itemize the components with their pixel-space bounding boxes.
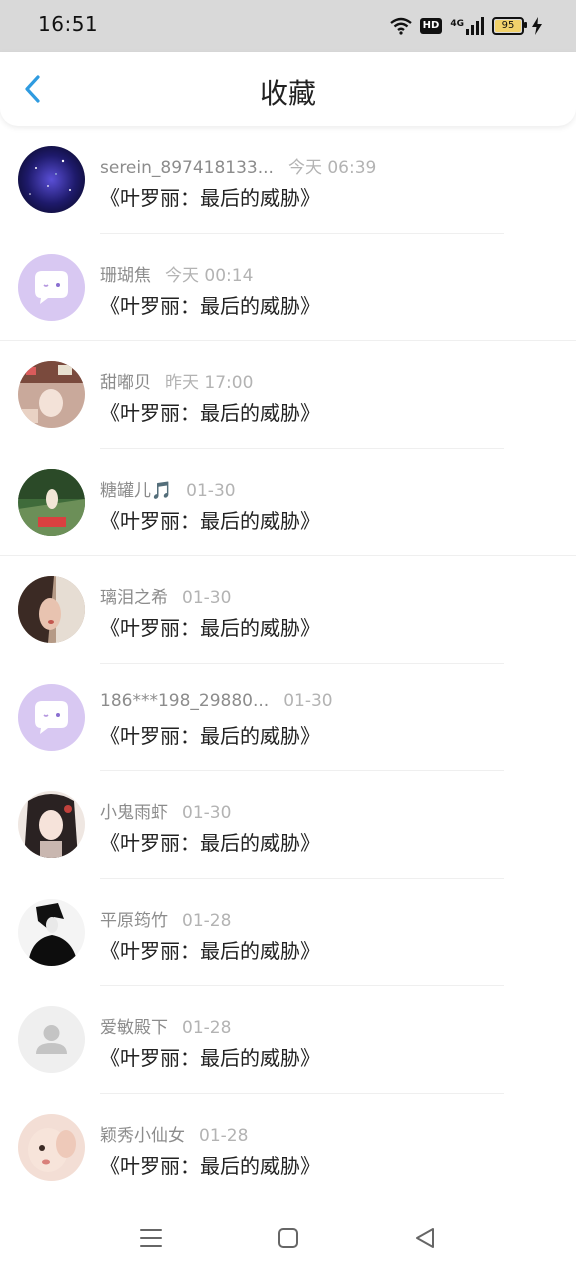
- favorite-title[interactable]: 《叶罗丽：最后的威胁》: [100, 505, 320, 534]
- hd-icon: HD: [419, 18, 443, 34]
- timestamp: 今天 06:39: [287, 158, 377, 178]
- favorite-title[interactable]: 《叶罗丽：最后的威胁》: [100, 397, 320, 426]
- timestamp: 01-30: [283, 690, 333, 711]
- home-button[interactable]: [274, 1224, 302, 1252]
- favorite-title[interactable]: 《叶罗丽：最后的威胁》: [100, 1150, 320, 1179]
- favorite-title[interactable]: 《叶罗丽：最后的威胁》: [100, 1042, 320, 1071]
- list-item[interactable]: 颖秀小仙女 01-28 《叶罗丽：最后的威胁》: [0, 1094, 576, 1201]
- favorites-list: serein_897418133... 今天 06:39 《叶罗丽：最后的威胁》 …: [0, 126, 576, 1201]
- avatar[interactable]: [18, 791, 85, 858]
- status-time: 16:51: [38, 12, 99, 36]
- avatar[interactable]: [18, 1113, 85, 1181]
- timestamp: 01-28: [182, 910, 232, 931]
- timestamp: 01-28: [199, 1125, 249, 1146]
- list-item[interactable]: 甜嘟贝 昨天 17:00 《叶罗丽：最后的威胁》: [0, 341, 576, 449]
- avatar[interactable]: [18, 253, 85, 321]
- timestamp: 昨天 17:00: [165, 373, 254, 393]
- favorite-title[interactable]: 《叶罗丽：最后的威胁》: [100, 612, 320, 641]
- timestamp: 01-30: [182, 588, 232, 608]
- user-name[interactable]: 甜嘟贝: [100, 373, 151, 393]
- recent-apps-button[interactable]: [137, 1224, 165, 1252]
- chat-bot-icon: [18, 253, 85, 321]
- user-name[interactable]: 186***198_29880...: [100, 691, 269, 711]
- user-name[interactable]: 璃泪之希: [100, 588, 168, 608]
- chat-bot-icon: [18, 683, 85, 751]
- back-triangle-icon: [416, 1228, 434, 1248]
- network-type: 4G: [450, 19, 464, 29]
- status-icons: HD 4G 95: [389, 14, 542, 38]
- page-title: 收藏: [259, 77, 316, 110]
- avatar[interactable]: [18, 361, 85, 428]
- timestamp: 今天 00:14: [165, 265, 254, 286]
- charging-icon: [532, 17, 542, 35]
- signal-icon: 4G: [450, 17, 484, 35]
- list-item[interactable]: 小鬼雨虾 01-30 《叶罗丽：最后的威胁》: [0, 771, 576, 879]
- home-square-icon: [278, 1228, 298, 1248]
- system-nav-bar: [0, 1200, 576, 1280]
- avatar[interactable]: [18, 576, 85, 643]
- list-item[interactable]: 珊瑚焦 今天 00:14 《叶罗丽：最后的威胁》: [0, 234, 576, 341]
- avatar[interactable]: [18, 898, 85, 966]
- list-item[interactable]: 爱敏殿下 01-28 《叶罗丽：最后的威胁》: [0, 986, 576, 1094]
- menu-icon: [140, 1229, 162, 1247]
- timestamp: 01-30: [182, 803, 232, 823]
- favorite-title[interactable]: 《叶罗丽：最后的威胁》: [100, 290, 320, 319]
- user-name[interactable]: 爱敏殿下: [100, 1018, 168, 1038]
- user-name[interactable]: 糖罐儿🎵: [100, 481, 172, 501]
- favorite-title[interactable]: 《叶罗丽：最后的威胁》: [100, 935, 320, 964]
- list-item[interactable]: 糖罐儿🎵 01-30 《叶罗丽：最后的威胁》: [0, 449, 576, 556]
- list-item[interactable]: serein_897418133... 今天 06:39 《叶罗丽：最后的威胁》: [0, 126, 576, 234]
- timestamp: 01-28: [182, 1018, 232, 1038]
- list-item[interactable]: 平原筠竹 01-28 《叶罗丽：最后的威胁》: [0, 879, 576, 986]
- default-user-icon: [18, 1006, 85, 1073]
- avatar[interactable]: [18, 683, 85, 751]
- user-name[interactable]: 小鬼雨虾: [100, 803, 168, 823]
- avatar[interactable]: [18, 468, 85, 536]
- list-item[interactable]: 186***198_29880... 01-30 《叶罗丽：最后的威胁》: [0, 664, 576, 771]
- favorite-title[interactable]: 《叶罗丽：最后的威胁》: [100, 182, 320, 211]
- battery-icon: 95: [492, 17, 527, 35]
- back-nav-button[interactable]: [411, 1224, 439, 1252]
- status-bar: 16:51 HD 4G 95: [0, 0, 576, 52]
- favorite-title[interactable]: 《叶罗丽：最后的威胁》: [100, 827, 320, 856]
- battery-level: 95: [501, 20, 515, 31]
- user-name[interactable]: serein_897418133...: [100, 158, 274, 178]
- page-header: 收藏: [0, 52, 576, 126]
- avatar[interactable]: [18, 1006, 85, 1073]
- favorite-title[interactable]: 《叶罗丽：最后的威胁》: [100, 720, 320, 749]
- avatar[interactable]: [18, 146, 85, 213]
- wifi-icon: [389, 17, 412, 35]
- user-name[interactable]: 颖秀小仙女: [100, 1126, 185, 1146]
- user-name[interactable]: 平原筠竹: [100, 911, 168, 931]
- user-name[interactable]: 珊瑚焦: [100, 266, 151, 286]
- timestamp: 01-30: [186, 480, 236, 501]
- list-item[interactable]: 璃泪之希 01-30 《叶罗丽：最后的威胁》: [0, 556, 576, 664]
